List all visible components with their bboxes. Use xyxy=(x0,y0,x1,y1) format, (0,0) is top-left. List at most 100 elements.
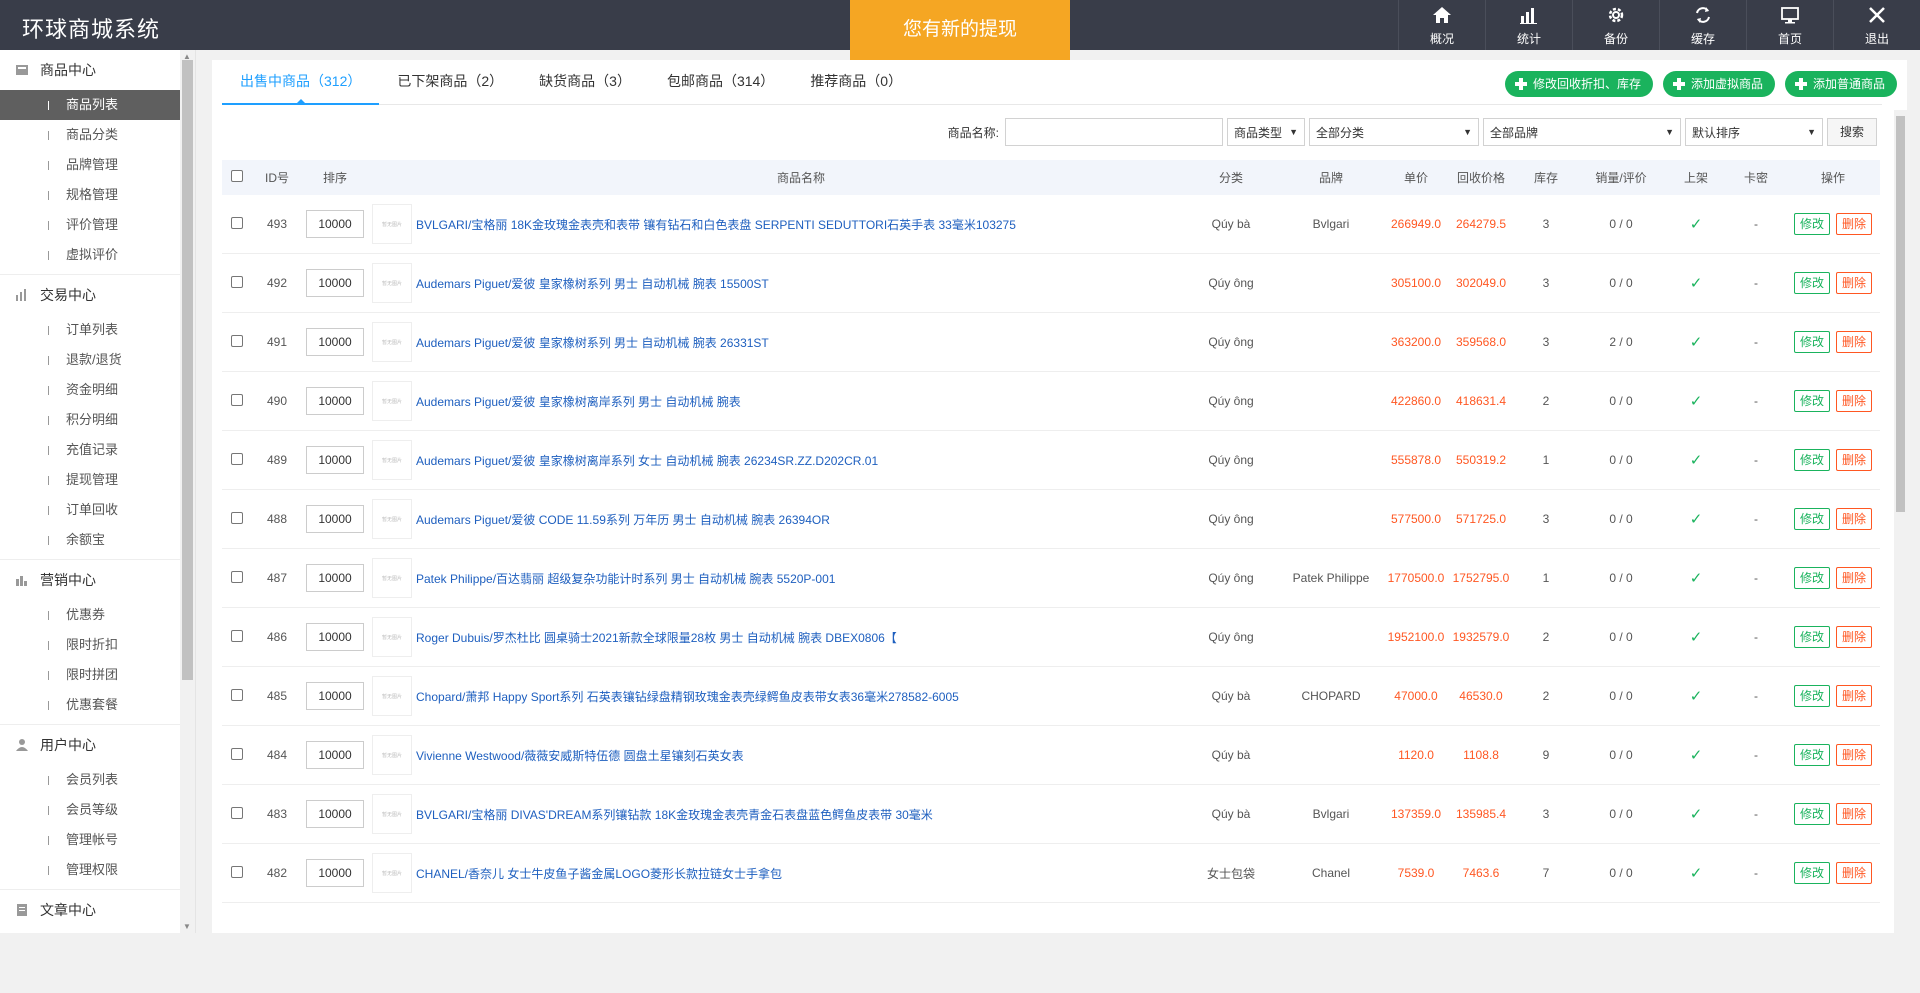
topnav-backup[interactable]: 备份 xyxy=(1572,0,1659,50)
sidebar-item-admin-accounts[interactable]: 管理帐号 xyxy=(0,825,195,855)
delete-button[interactable]: 删除 xyxy=(1836,862,1873,884)
sidebar-item-review[interactable]: 评价管理 xyxy=(0,210,195,240)
sidebar-item-order-recycle[interactable]: 订单回收 xyxy=(0,495,195,525)
row-checkbox[interactable] xyxy=(231,865,243,878)
edit-button[interactable]: 修改 xyxy=(1793,626,1830,648)
tab-off-shelf[interactable]: 已下架商品（2） xyxy=(379,70,521,105)
menu-head-trade[interactable]: 交易中心 xyxy=(0,275,195,315)
sort-input[interactable]: 10000 xyxy=(306,328,364,356)
row-checkbox[interactable] xyxy=(231,393,243,406)
check-icon[interactable]: ✓ xyxy=(1690,511,1703,528)
menu-head-article[interactable]: 文章中心 xyxy=(0,890,195,930)
edit-button[interactable]: 修改 xyxy=(1793,803,1830,825)
edit-button[interactable]: 修改 xyxy=(1793,508,1830,530)
edit-button[interactable]: 修改 xyxy=(1793,449,1830,471)
delete-button[interactable]: 删除 xyxy=(1836,803,1873,825)
edit-button[interactable]: 修改 xyxy=(1793,862,1830,884)
sidebar-item-recharge[interactable]: 充值记录 xyxy=(0,435,195,465)
delete-button[interactable]: 删除 xyxy=(1836,213,1873,235)
sidebar-item-goods-category[interactable]: 商品分类 xyxy=(0,120,195,150)
edit-button[interactable]: 修改 xyxy=(1793,331,1830,353)
withdrawal-notice[interactable]: 您有新的提现 xyxy=(850,0,1070,60)
sort-input[interactable]: 10000 xyxy=(306,505,364,533)
goods-name-link[interactable]: Roger Dubuis/罗杰杜比 圆桌骑士2021新款全球限量28枚 男士 自… xyxy=(416,629,1186,646)
sidebar-item-brand[interactable]: 品牌管理 xyxy=(0,150,195,180)
goods-name-input[interactable] xyxy=(1004,118,1223,146)
topnav-stats[interactable]: 统计 xyxy=(1485,0,1572,50)
delete-button[interactable]: 删除 xyxy=(1836,626,1873,648)
sidebar-item-refund[interactable]: 退款/退货 xyxy=(0,345,195,375)
check-icon[interactable]: ✓ xyxy=(1690,393,1703,410)
menu-head-marketing[interactable]: 营销中心 xyxy=(0,560,195,600)
sidebar-item-group[interactable]: 限时拼团 xyxy=(0,660,195,690)
search-button[interactable]: 搜索 xyxy=(1826,118,1877,146)
topnav-cache[interactable]: 缓存 xyxy=(1659,0,1746,50)
sidebar-item-spec[interactable]: 规格管理 xyxy=(0,180,195,210)
goods-name-link[interactable]: Audemars Piguet/爱彼 CODE 11.59系列 万年历 男士 自… xyxy=(416,511,1186,528)
scroll-down-icon[interactable]: ▼ xyxy=(183,922,191,931)
delete-button[interactable]: 删除 xyxy=(1836,508,1873,530)
check-icon[interactable]: ✓ xyxy=(1690,216,1703,233)
select-all-checkbox[interactable] xyxy=(231,170,243,182)
sidebar-item-goods-list[interactable]: 商品列表 xyxy=(0,90,181,120)
row-checkbox[interactable] xyxy=(231,629,243,642)
check-icon[interactable]: ✓ xyxy=(1690,452,1703,469)
sort-input[interactable]: 10000 xyxy=(306,800,364,828)
main-scroll-thumb[interactable] xyxy=(1896,116,1905,512)
check-icon[interactable]: ✓ xyxy=(1690,334,1703,351)
check-icon[interactable]: ✓ xyxy=(1690,806,1703,823)
sidebar-item-members[interactable]: 会员列表 xyxy=(0,765,195,795)
delete-button[interactable]: 删除 xyxy=(1836,390,1873,412)
add-virtual-goods-button[interactable]: 添加虚拟商品 xyxy=(1662,71,1775,97)
goods-type-select[interactable]: 商品类型 ▼ xyxy=(1226,118,1305,146)
goods-name-link[interactable]: BVLGARI/宝格丽 DIVAS'DREAM系列镶钻款 18K金玫瑰金表壳青金… xyxy=(416,806,1186,823)
sort-input[interactable]: 10000 xyxy=(306,859,364,887)
tab-recommended[interactable]: 推荐商品（0） xyxy=(792,70,920,105)
goods-name-link[interactable]: BVLGARI/宝格丽 18K金玫瑰金表壳和表带 镶有钻石和白色表盘 SERPE… xyxy=(416,216,1186,233)
sidebar-item-balance[interactable]: 余额宝 xyxy=(0,525,195,555)
delete-button[interactable]: 删除 xyxy=(1836,744,1873,766)
sidebar-item-points[interactable]: 积分明细 xyxy=(0,405,195,435)
row-checkbox[interactable] xyxy=(231,275,243,288)
sidebar-item-member-level[interactable]: 会员等级 xyxy=(0,795,195,825)
row-checkbox[interactable] xyxy=(231,747,243,760)
sidebar-scrollbar[interactable]: ▲ ▼ xyxy=(180,50,195,933)
main-scrollbar[interactable] xyxy=(1894,110,1907,993)
sidebar-item-funds[interactable]: 资金明细 xyxy=(0,375,195,405)
sidebar-item-discount[interactable]: 限时折扣 xyxy=(0,630,195,660)
edit-button[interactable]: 修改 xyxy=(1793,213,1830,235)
sort-input[interactable]: 10000 xyxy=(306,564,364,592)
brand-select[interactable]: 全部品牌 ▼ xyxy=(1482,118,1681,146)
tab-on-sale[interactable]: 出售中商品（312） xyxy=(222,70,380,105)
sidebar-item-permissions[interactable]: 管理权限 xyxy=(0,855,195,885)
topnav-homepage[interactable]: 首页 xyxy=(1746,0,1833,50)
goods-name-link[interactable]: Audemars Piguet/爱彼 皇家橡树离岸系列 女士 自动机械 腕表 2… xyxy=(416,452,1186,469)
sidebar-item-coupon[interactable]: 优惠券 xyxy=(0,600,195,630)
row-checkbox[interactable] xyxy=(231,511,243,524)
topnav-logout[interactable]: 退出 xyxy=(1833,0,1920,50)
sort-input[interactable]: 10000 xyxy=(306,623,364,651)
delete-button[interactable]: 删除 xyxy=(1836,331,1873,353)
row-checkbox[interactable] xyxy=(231,216,243,229)
sidebar-item-virtual-review[interactable]: 虚拟评价 xyxy=(0,240,195,270)
delete-button[interactable]: 删除 xyxy=(1836,272,1873,294)
check-icon[interactable]: ✓ xyxy=(1690,275,1703,292)
sort-input[interactable]: 10000 xyxy=(306,741,364,769)
delete-button[interactable]: 删除 xyxy=(1836,567,1873,589)
row-checkbox[interactable] xyxy=(231,452,243,465)
goods-name-link[interactable]: Chopard/萧邦 Happy Sport系列 石英表镶钻绿盘精钢玫瑰金表壳绿… xyxy=(416,688,1186,705)
edit-button[interactable]: 修改 xyxy=(1793,567,1830,589)
edit-button[interactable]: 修改 xyxy=(1793,744,1830,766)
sidebar-item-orders[interactable]: 订单列表 xyxy=(0,315,195,345)
menu-head-user[interactable]: 用户中心 xyxy=(0,725,195,765)
check-icon[interactable]: ✓ xyxy=(1690,629,1703,646)
goods-name-link[interactable]: Audemars Piguet/爱彼 皇家橡树系列 男士 自动机械 腕表 263… xyxy=(416,334,1186,351)
goods-name-link[interactable]: Patek Philippe/百达翡丽 超级复杂功能计时系列 男士 自动机械 腕… xyxy=(416,570,1186,587)
edit-button[interactable]: 修改 xyxy=(1793,685,1830,707)
category-select[interactable]: 全部分类 ▼ xyxy=(1308,118,1479,146)
check-icon[interactable]: ✓ xyxy=(1690,865,1703,882)
edit-button[interactable]: 修改 xyxy=(1793,390,1830,412)
row-checkbox[interactable] xyxy=(231,570,243,583)
goods-name-link[interactable]: CHANEL/香奈儿 女士牛皮鱼子酱金属LOGO菱形长款拉链女士手拿包 xyxy=(416,865,1186,882)
sidebar-scroll-thumb[interactable] xyxy=(182,60,193,680)
